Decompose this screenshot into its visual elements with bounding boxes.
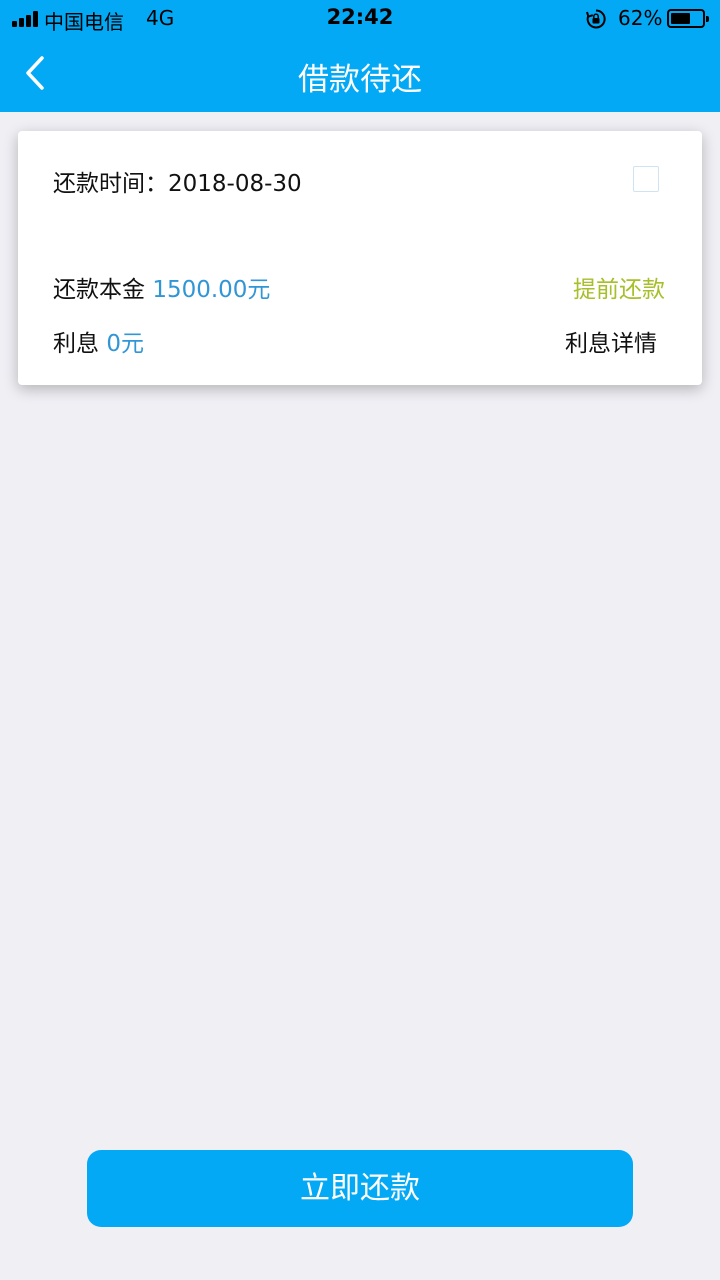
due-date-value: 2018-08-30 xyxy=(168,171,302,197)
due-date-label: 还款时间： xyxy=(53,171,168,197)
loan-card: 还款时间：2018-08-30 还款本金 1500.00元 提前还款 利息 0元… xyxy=(18,131,702,385)
back-button[interactable] xyxy=(12,48,62,100)
status-time: 22:42 xyxy=(326,5,394,29)
interest-detail-link[interactable]: 利息详情 xyxy=(565,324,657,358)
repay-now-button[interactable]: 立即还款 xyxy=(87,1150,633,1227)
select-checkbox[interactable] xyxy=(633,166,659,192)
battery-icon xyxy=(667,9,709,28)
battery-percent: 62% xyxy=(618,6,663,30)
rotation-lock-icon xyxy=(586,9,606,29)
prepay-link[interactable]: 提前还款 xyxy=(573,270,665,304)
principal-value: 1500.00元 xyxy=(152,277,271,303)
interest-row: 利息 0元 xyxy=(53,324,144,358)
interest-label: 利息 xyxy=(53,331,99,357)
due-date-row: 还款时间：2018-08-30 xyxy=(53,164,302,198)
nav-bar: 借款待还 xyxy=(0,38,720,112)
principal-row: 还款本金 1500.00元 xyxy=(53,270,270,304)
top-bar: 中国电信 4G 22:42 62% 借款待还 xyxy=(0,0,720,112)
interest-value: 0元 xyxy=(106,331,144,357)
principal-label: 还款本金 xyxy=(53,277,145,303)
status-bar: 中国电信 4G 22:42 62% xyxy=(0,0,720,38)
page-title: 借款待还 xyxy=(298,62,422,98)
chevron-left-icon xyxy=(26,56,44,90)
battery-fill xyxy=(671,13,690,24)
